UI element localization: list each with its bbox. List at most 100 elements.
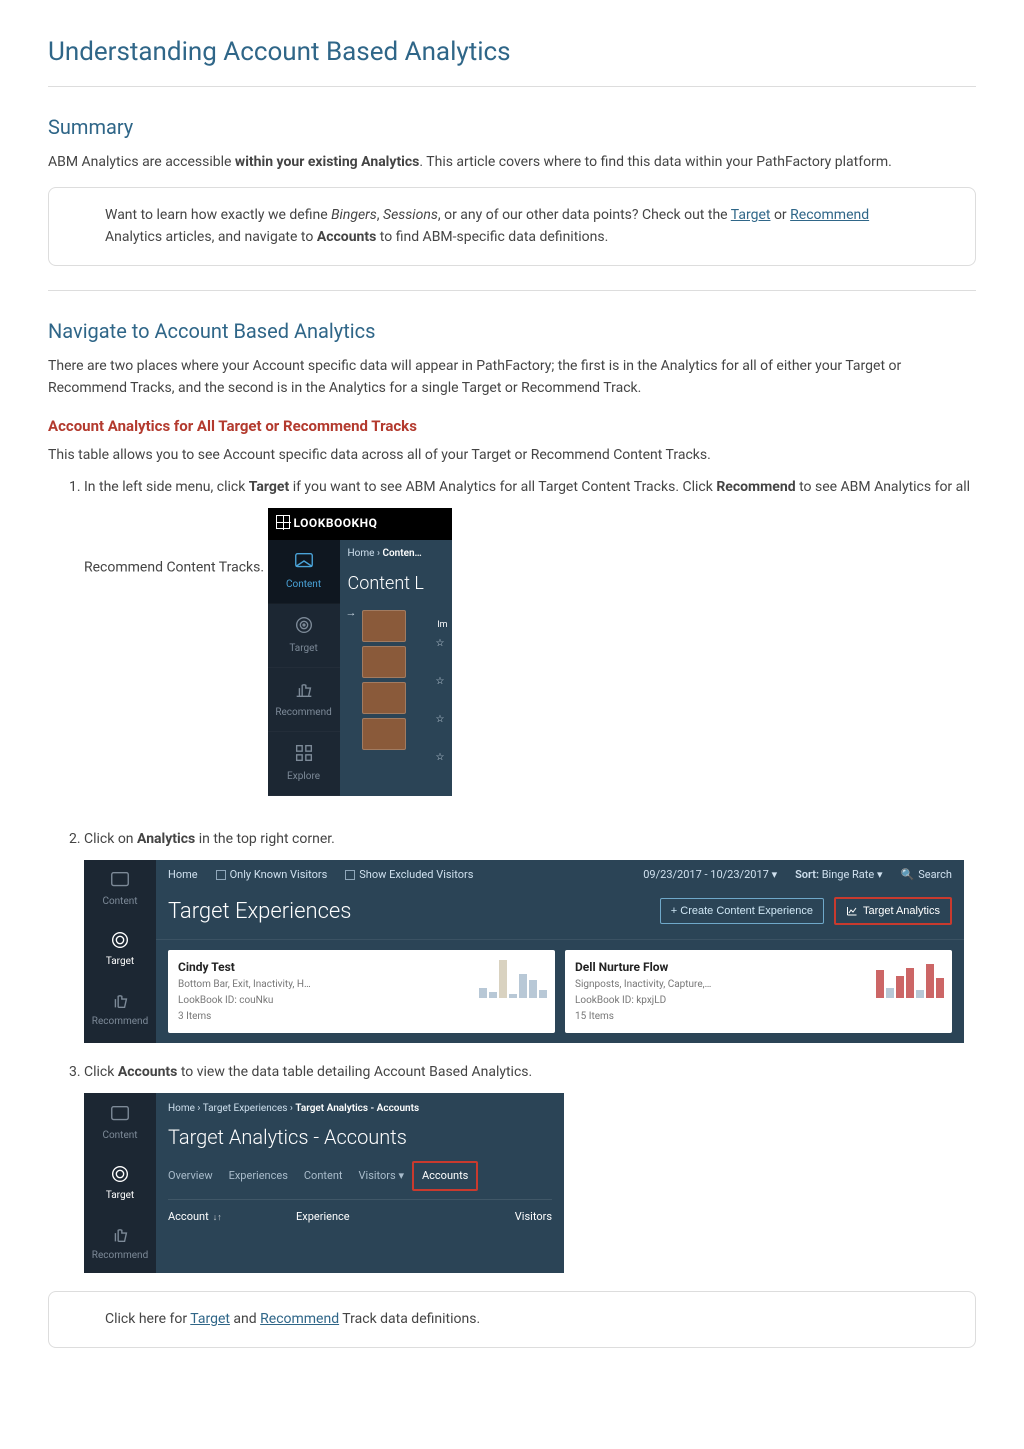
footer-link-target[interactable]: Target — [190, 1311, 230, 1327]
chevron-down-icon: ▾ — [772, 868, 778, 881]
footer-link-recommend[interactable]: Recommend — [260, 1311, 339, 1327]
tab-overview[interactable]: Overview — [168, 1167, 213, 1185]
sidebar-rail: Content Target Recommend — [268, 540, 340, 796]
callout-post: Analytics articles, and navigate to — [105, 229, 317, 245]
breadcrumb: Home › Conten… — [340, 540, 452, 568]
tab-experiences[interactable]: Experiences — [229, 1167, 288, 1185]
content-thumb[interactable] — [362, 646, 406, 678]
show-excluded-label: Show Excluded Visitors — [359, 866, 473, 884]
sidebar-item-explore[interactable]: Explore — [268, 732, 340, 796]
sidebar-label-target: Target — [106, 1188, 134, 1204]
sidebar-label-recommend: Recommend — [275, 705, 331, 721]
experience-card[interactable]: Cindy Test Bottom Bar, Exit, Inactivity,… — [168, 950, 555, 1033]
col-experience[interactable]: Experience — [296, 1208, 424, 1226]
sidebar-label-target: Target — [289, 641, 317, 657]
sidebar-item-recommend[interactable]: Recommend — [84, 980, 156, 1040]
screenshot-accounts-tab: Content Target Recommend Home › Target E… — [84, 1093, 564, 1273]
callout-em-bingers: Bingers — [331, 207, 377, 223]
create-experience-button[interactable]: + Create Content Experience — [660, 898, 824, 924]
recommend-icon — [292, 677, 316, 701]
library-icon — [292, 549, 316, 573]
breadcrumb: Home › Target Experiences › Target Analy… — [168, 1101, 552, 1117]
crumb-home[interactable]: Home — [168, 1103, 195, 1114]
target-icon — [109, 929, 131, 951]
crumb-target-exp[interactable]: Target Experiences — [203, 1103, 288, 1114]
expand-arrow-icon[interactable]: → — [346, 604, 357, 622]
sidebar-label-recommend: Recommend — [92, 1248, 148, 1264]
tab-accounts[interactable]: Accounts — [412, 1161, 478, 1191]
crumb-sep: › — [195, 1103, 203, 1114]
sidebar-item-content[interactable]: Content — [84, 1093, 156, 1153]
crumb-current: Target Analytics - Accounts — [295, 1103, 419, 1114]
callout-bold-accounts: Accounts — [317, 229, 377, 245]
page-heading: Target Experiences — [168, 894, 650, 929]
tab-visitors[interactable]: Visitors ▾ — [359, 1167, 404, 1185]
search-button[interactable]: 🔍Search — [901, 866, 953, 884]
step2-pre: Click on — [84, 831, 137, 847]
panel-heading: Content L — [340, 568, 452, 607]
content-thumb[interactable] — [362, 718, 406, 750]
sidebar-label-target: Target — [106, 954, 134, 970]
callout-em-sessions: Sessions — [383, 207, 438, 223]
sidebar-item-target[interactable]: Target — [84, 1153, 156, 1213]
search-label: Search — [918, 866, 952, 884]
crumb-home[interactable]: Home — [348, 548, 375, 559]
summary-intro-post: . This article covers where to find this… — [419, 154, 891, 170]
date-range-value: 09/23/2017 - 10/23/2017 — [643, 868, 769, 881]
content-thumb[interactable] — [362, 682, 406, 714]
step-2: Click on Analytics in the top right corn… — [84, 828, 976, 1043]
sidebar-item-content[interactable]: Content — [84, 860, 156, 920]
recommend-icon — [109, 989, 131, 1011]
star-icon[interactable]: ☆ — [436, 712, 446, 722]
step1-b-recommend: Recommend — [716, 479, 795, 495]
callout-link-target[interactable]: Target — [731, 207, 771, 223]
logo-icon — [276, 515, 290, 529]
tab-content[interactable]: Content — [304, 1167, 343, 1185]
sidebar-item-target[interactable]: Target — [84, 920, 156, 980]
target-icon — [292, 613, 316, 637]
step3-b-accounts: Accounts — [118, 1064, 178, 1080]
col-account-label: Account — [168, 1210, 209, 1223]
content-thumb[interactable] — [362, 610, 406, 642]
sidebar-item-target[interactable]: Target — [268, 604, 340, 668]
step1-pre: In the left side menu, click — [84, 479, 249, 495]
card-items: 15 Items — [575, 1009, 942, 1025]
step-1: In the left side menu, click Target if y… — [84, 476, 976, 814]
star-icon[interactable]: ☆ — [436, 674, 446, 684]
account-analytics-intro: This table allows you to see Account spe… — [48, 444, 976, 466]
sidebar-item-recommend[interactable]: Recommend — [268, 668, 340, 732]
star-icon[interactable]: ☆ — [436, 636, 446, 646]
show-excluded-checkbox[interactable]: Show Excluded Visitors — [345, 866, 473, 884]
target-analytics-label: Target Analytics — [863, 905, 940, 917]
col-account[interactable]: Account↓↑ — [168, 1208, 296, 1226]
experience-card[interactable]: Dell Nurture Flow Signposts, Inactivity,… — [565, 950, 952, 1033]
footer-and: and — [230, 1311, 260, 1327]
checkbox-icon — [345, 870, 355, 880]
only-known-checkbox[interactable]: Only Known Visitors — [216, 866, 328, 884]
target-icon — [109, 1163, 131, 1185]
page-heading: Target Analytics - Accounts — [168, 1121, 552, 1153]
toolbar-home[interactable]: Home — [168, 866, 198, 884]
chevron-down-icon: ▾ — [398, 1169, 404, 1182]
recommend-icon — [109, 1223, 131, 1245]
screenshot-target-experiences: Content Target Recommend Home Only Known… — [84, 860, 964, 1043]
star-icon[interactable]: ☆ — [436, 750, 446, 760]
sidebar-label-recommend: Recommend — [92, 1014, 148, 1030]
only-known-label: Only Known Visitors — [230, 866, 328, 884]
target-analytics-button[interactable]: Target Analytics — [834, 897, 952, 925]
col-visitors[interactable]: Visitors — [424, 1208, 552, 1226]
card-items: 3 Items — [178, 1009, 545, 1025]
screenshot-sidebar: LOOKBOOKHQ Content Target — [268, 508, 452, 795]
callout-link-recommend[interactable]: Recommend — [790, 207, 869, 223]
analytics-tabs: Overview Experiences Content Visitors ▾ … — [168, 1167, 552, 1185]
step2-post: in the top right corner. — [195, 831, 335, 847]
sort-control[interactable]: Sort: Binge Rate ▾ — [795, 866, 882, 884]
chevron-down-icon: ▾ — [877, 868, 883, 881]
page-title: Understanding Account Based Analytics — [48, 32, 976, 87]
summary-intro: ABM Analytics are accessible within your… — [48, 151, 976, 173]
sidebar-item-content[interactable]: Content — [268, 540, 340, 604]
toolbar: Home Only Known Visitors Show Excluded V… — [156, 860, 964, 890]
date-range-picker[interactable]: 09/23/2017 - 10/23/2017 ▾ — [643, 866, 777, 884]
truncated-label: Im — [437, 618, 447, 632]
sidebar-item-recommend[interactable]: Recommend — [84, 1213, 156, 1273]
